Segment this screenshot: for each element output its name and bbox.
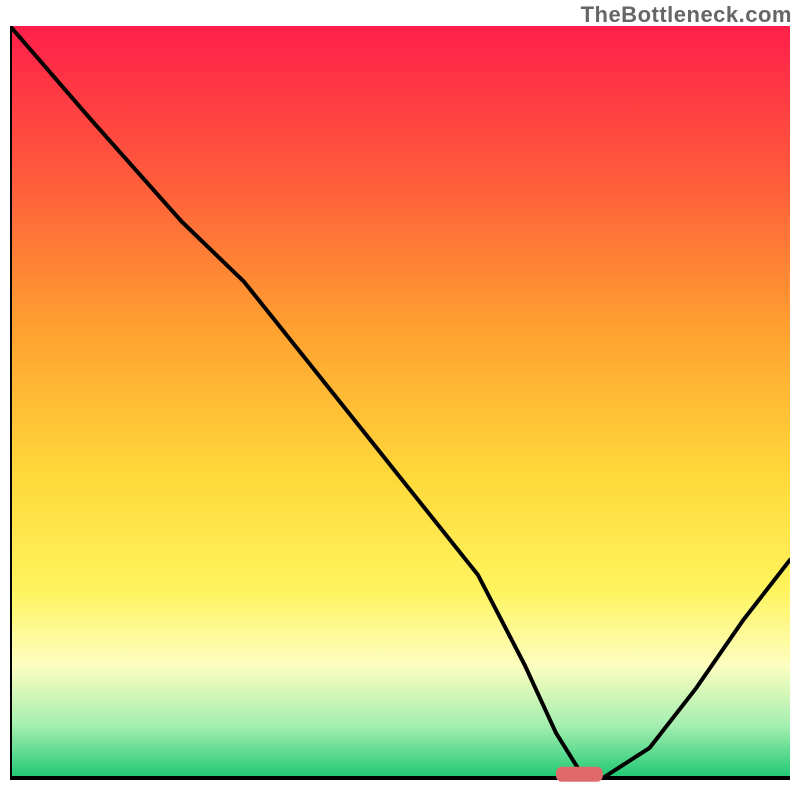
bottleneck-chart — [10, 26, 790, 790]
watermark-text: TheBottleneck.com — [581, 2, 792, 28]
chart-svg — [10, 26, 790, 790]
chart-background — [10, 26, 790, 778]
optimal-marker — [556, 767, 603, 782]
